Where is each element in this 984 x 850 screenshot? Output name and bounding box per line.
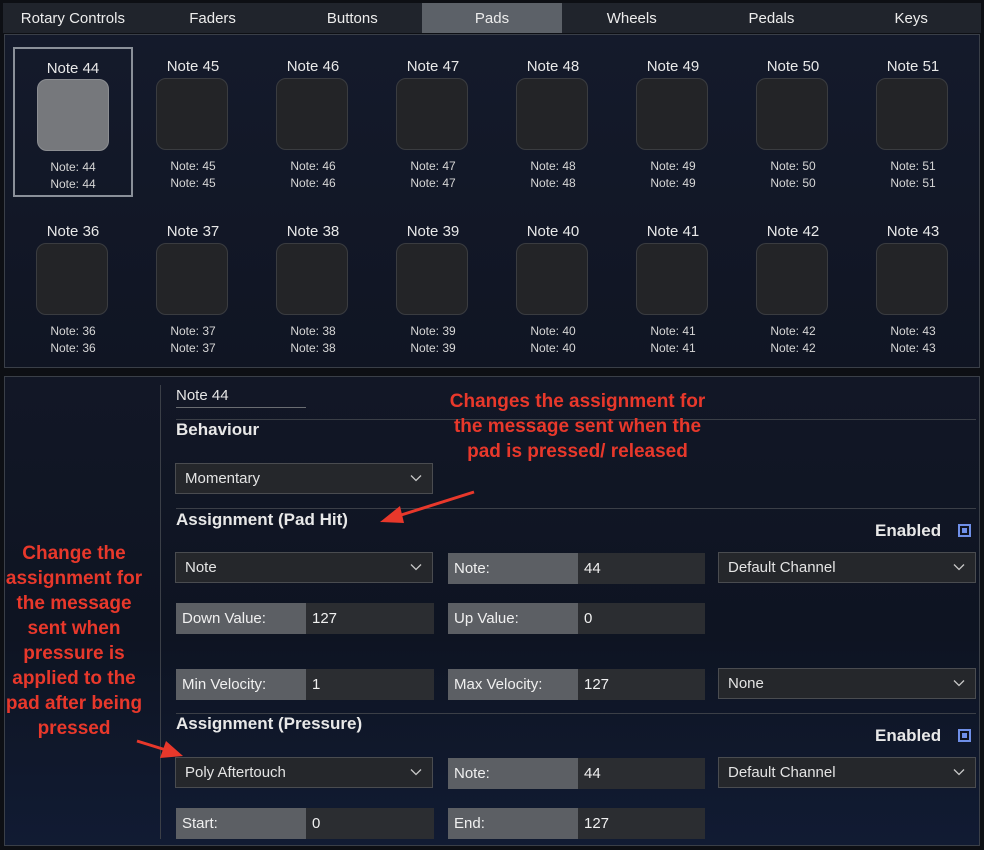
- pressure-arrow-icon: [136, 739, 183, 758]
- pad-hit-arrow-icon: [380, 490, 475, 523]
- annotation-arrows: [136, 490, 475, 758]
